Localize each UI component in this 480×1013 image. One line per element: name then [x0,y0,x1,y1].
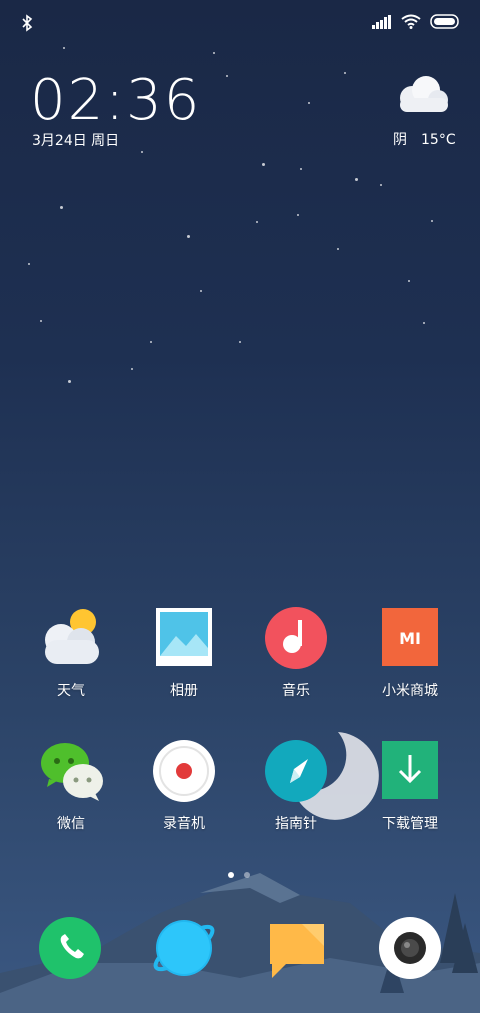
app-downloads[interactable]: 下载管理 [355,739,465,833]
signal-icon [372,14,392,33]
phone-app-icon [38,917,102,984]
app-gallery[interactable]: 相册 [129,606,239,700]
recorder-app-icon [152,739,216,803]
mi-store-app-icon: MI [378,606,442,670]
weather-condition: 阴 [393,132,407,148]
bluetooth-icon [21,14,33,36]
app-label: 音乐 [282,683,310,699]
wifi-icon [401,14,421,33]
cloud-icon[interactable] [392,74,452,118]
app-label: 相册 [170,683,198,699]
app-wechat[interactable]: 微信 [16,739,126,833]
lock-clock-time[interactable]: 02:36 [30,68,201,133]
dock-messages[interactable] [266,916,330,980]
compass-app-icon [264,739,328,803]
app-label: 下载管理 [382,816,438,832]
page-dot-current[interactable] [228,872,234,878]
weather-temperature: 15°C [421,132,456,148]
page-dot[interactable] [244,872,250,878]
app-label: 指南针 [275,816,317,832]
app-recorder[interactable]: 录音机 [129,739,239,833]
page-indicator[interactable] [228,872,250,878]
weather-app-icon [39,606,103,670]
dock-browser[interactable] [152,916,216,980]
status-bar [0,0,480,50]
app-music[interactable]: 音乐 [241,606,351,700]
messages-app-icon [266,924,330,984]
app-label: 微信 [57,816,85,832]
app-label: 天气 [57,683,85,699]
app-label: 录音机 [163,816,205,832]
downloads-app-icon [378,739,442,803]
lock-clock-date: 3月24日 周日 [32,133,120,149]
app-weather[interactable]: 天气 [16,606,126,700]
dock-phone[interactable] [38,916,102,980]
app-label: 小米商城 [382,683,438,699]
gallery-app-icon [152,606,216,670]
app-compass[interactable]: 指南针 [241,739,351,833]
mi-logo-text: MI [399,629,421,648]
camera-app-icon [378,917,442,984]
dock-camera[interactable] [378,916,442,980]
battery-icon [430,14,460,33]
music-app-icon [264,606,328,670]
weather-summary: 阴 15°C [393,129,470,149]
wechat-app-icon [39,739,103,803]
browser-app-icon [152,920,216,984]
app-mi-store[interactable]: MI 小米商城 [355,606,465,700]
